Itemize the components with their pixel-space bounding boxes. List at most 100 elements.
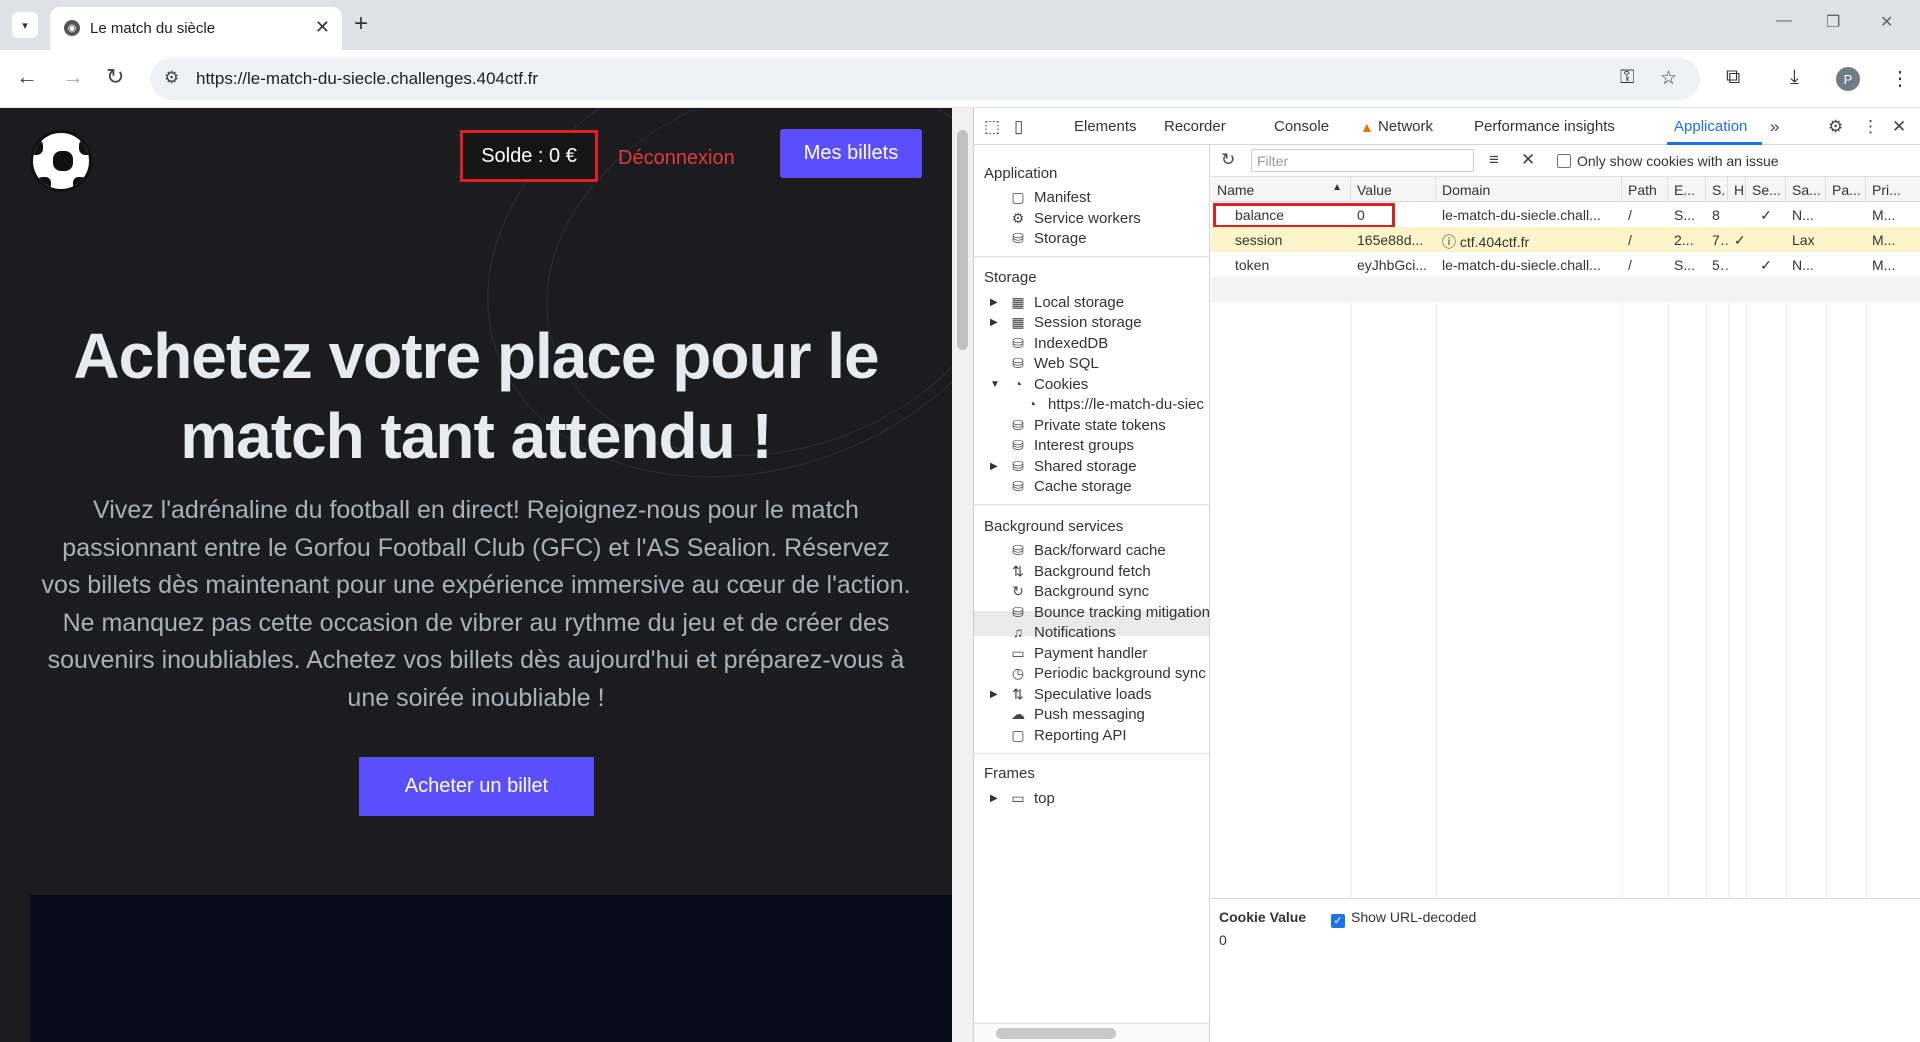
column-header-name[interactable]: Name ▲ <box>1211 177 1351 202</box>
avatar[interactable]: P <box>1836 67 1860 91</box>
column-header-secure[interactable]: Se... <box>1746 177 1786 202</box>
expand-arrow-icon[interactable]: ▶ <box>990 461 998 472</box>
sidebar-item-background-sync[interactable]: ↻ Background sync <box>1008 583 1149 600</box>
sidebar-item-manifest[interactable]: ▢ Manifest <box>1008 189 1090 206</box>
device-toolbar-icon[interactable]: ▯ <box>1014 117 1023 137</box>
address-bar[interactable]: ⚙ https://le-match-du-siecle.challenges.… <box>150 58 1700 100</box>
minimize-icon[interactable]: — <box>1776 12 1792 30</box>
site-info-icon[interactable]: ⚙ <box>164 68 179 88</box>
column-header-expires[interactable]: E... <box>1668 177 1706 202</box>
clear-filter-icon[interactable]: ≡ <box>1489 150 1499 170</box>
new-tab-button[interactable]: + <box>354 10 368 38</box>
expand-arrow-icon[interactable]: ▶ <box>990 793 998 804</box>
sidebar-item-cookies[interactable]: ◔ Cookies <box>1008 376 1088 393</box>
expand-arrow-icon[interactable]: ▶ <box>990 689 998 700</box>
column-header-httponly[interactable]: H <box>1728 177 1746 202</box>
sidebar-item-frame-top[interactable]: ▭ top <box>1008 790 1054 807</box>
sidebar-item-session-storage[interactable]: ▦ Session storage <box>1008 314 1141 331</box>
sidebar-item-cache-storage[interactable]: ⛁ Cache storage <box>1008 478 1131 495</box>
sidebar-scrollbar[interactable] <box>974 1023 1209 1042</box>
sidebar-item-local-storage[interactable]: ▦ Local storage <box>1008 294 1124 311</box>
close-devtools-icon[interactable]: ✕ <box>1892 117 1906 137</box>
refresh-icon[interactable]: ↻ <box>1221 150 1235 170</box>
expand-arrow-icon[interactable]: ▶ <box>990 317 998 328</box>
star-icon[interactable]: ☆ <box>1660 67 1677 90</box>
sidebar-item-reporting-api[interactable]: ▢ Reporting API <box>1008 727 1126 744</box>
close-tab-icon[interactable]: ✕ <box>315 17 330 38</box>
column-header-samesite[interactable]: Sa... <box>1786 177 1826 202</box>
sidebar-item-background-fetch[interactable]: ⇅ Background fetch <box>1008 563 1151 580</box>
tab-elements[interactable]: Elements <box>1074 118 1137 135</box>
scrollbar-thumb[interactable] <box>996 1028 1116 1039</box>
checkmark-icon[interactable]: ✓ <box>1331 914 1345 928</box>
download-icon[interactable]: ⤓ <box>1790 66 1799 89</box>
inspect-icon[interactable]: ⬚ <box>984 117 1000 137</box>
sidebar-item-payment-handler[interactable]: ▭ Payment handler <box>1008 645 1147 662</box>
reload-icon[interactable]: ↻ <box>106 64 124 90</box>
extensions-icon[interactable]: ⧉ <box>1726 66 1740 89</box>
table-row[interactable]: token eyJhbGci... le-match-du-siecle.cha… <box>1211 252 1920 277</box>
filter-input[interactable]: Filter <box>1251 149 1474 172</box>
cell-samesite: Lax <box>1792 232 1815 248</box>
tab-console[interactable]: Console <box>1274 118 1329 135</box>
column-header-priority[interactable]: Pri... <box>1866 177 1920 202</box>
card-icon: ▭ <box>1011 645 1025 661</box>
more-tabs-icon[interactable]: » <box>1770 117 1779 137</box>
sidebar-item-indexeddb[interactable]: ⛁ IndexedDB <box>1008 335 1108 352</box>
forward-icon[interactable]: → <box>62 64 84 90</box>
sidebar-item-shared-storage[interactable]: ⛁ Shared storage <box>1008 458 1136 475</box>
sidebar-item-periodic-background-sync[interactable]: ◷ Periodic background sync <box>1008 665 1206 682</box>
sidebar-item-back-forward-cache[interactable]: ⛁ Back/forward cache <box>1008 542 1166 559</box>
football-logo[interactable] <box>30 130 92 192</box>
sidebar-item-interest-groups[interactable]: ⛁ Interest groups <box>1008 437 1134 454</box>
table-row[interactable]: session 165e88d... ⓘ ctf.404ctf.fr / 2..… <box>1211 227 1920 252</box>
sidebar-item-service-workers[interactable]: ⚙ Service workers <box>1008 210 1141 227</box>
cell-value: 165e88d... <box>1357 232 1424 248</box>
url-text[interactable]: https://le-match-du-siecle.challenges.40… <box>196 69 538 89</box>
menu-icon[interactable]: ⋮ <box>1890 66 1910 91</box>
logout-link[interactable]: Déconnexion <box>618 147 735 170</box>
cell-path: / <box>1628 232 1632 248</box>
column-header-partition[interactable]: Pa... <box>1826 177 1866 202</box>
sidebar-item-web-sql[interactable]: ⛁ Web SQL <box>1008 355 1099 372</box>
gear-icon: ⚙ <box>1011 210 1025 226</box>
tab-recorder[interactable]: Recorder <box>1164 118 1226 135</box>
tab-network[interactable]: Network <box>1378 118 1433 135</box>
column-header-size[interactable]: S. <box>1706 177 1728 202</box>
column-header-path[interactable]: Path <box>1622 177 1668 202</box>
settings-gear-icon[interactable]: ⚙ <box>1828 117 1843 137</box>
sidebar-item-speculative-loads[interactable]: ⇅ Speculative loads <box>1008 686 1151 703</box>
highlight-box <box>1213 203 1395 228</box>
buy-ticket-button[interactable]: Acheter un billet <box>359 757 594 816</box>
tab-application[interactable]: Application <box>1674 118 1747 135</box>
sidebar-item-storage[interactable]: ⛁ Storage <box>1008 230 1086 247</box>
back-icon[interactable]: ← <box>16 64 38 90</box>
my-tickets-button[interactable]: Mes billets <box>780 129 922 178</box>
tab-performance-insights[interactable]: Performance insights <box>1474 118 1615 135</box>
page-scrollbar[interactable] <box>952 108 973 1042</box>
collapse-arrow-icon[interactable]: ▼ <box>990 379 1000 390</box>
menu-icon[interactable]: ⋮ <box>1862 117 1879 137</box>
cell-priority: M... <box>1872 207 1896 223</box>
close-window-icon[interactable]: ✕ <box>1880 12 1893 32</box>
cell-expires: 2... <box>1674 232 1694 248</box>
expand-arrow-icon[interactable]: ▶ <box>990 297 998 308</box>
key-icon[interactable]: ⚿ <box>1620 67 1634 89</box>
sidebar-item-private-state-tokens[interactable]: ⛁ Private state tokens <box>1008 417 1166 434</box>
cell-expires: S... <box>1674 257 1696 273</box>
sidebar-item-bounce-tracking[interactable]: ⛁ Bounce tracking mitigation <box>1008 604 1209 621</box>
scrollbar-thumb[interactable] <box>957 130 968 350</box>
sidebar-item-push-messaging[interactable]: ☁ Push messaging <box>1008 706 1145 723</box>
only-issue-checkbox[interactable]: Only show cookies with an issue <box>1557 153 1779 169</box>
delete-icon[interactable]: ✕ <box>1521 150 1535 170</box>
section-storage: Storage <box>984 269 1037 286</box>
sidebar-item-notifications[interactable]: ♫ Notifications <box>1008 624 1116 641</box>
sidebar-item-cookie-origin[interactable]: ◔ https://le-match-du-siec <box>1022 396 1204 413</box>
show-url-decoded-checkbox[interactable]: ✓ Show URL-decoded <box>1331 909 1476 928</box>
tab-search-button[interactable]: ▾ <box>12 12 38 38</box>
restore-icon[interactable]: ❐ <box>1826 12 1840 32</box>
browser-tab[interactable]: ◉ Le match du siècle ✕ <box>50 7 342 50</box>
column-header-value[interactable]: Value <box>1351 177 1436 202</box>
column-header-domain[interactable]: Domain <box>1436 177 1622 202</box>
checkbox[interactable] <box>1557 154 1571 168</box>
